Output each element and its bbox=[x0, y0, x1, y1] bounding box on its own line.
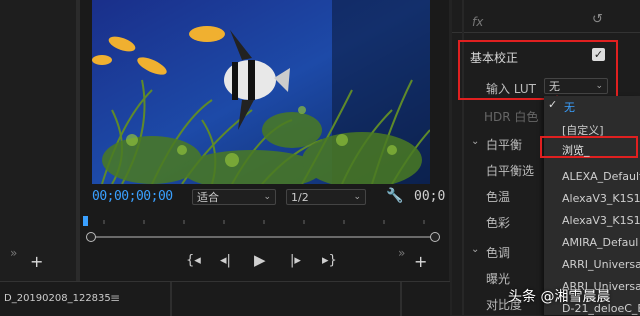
white-balance-label: 白平衡 bbox=[486, 138, 523, 152]
playhead[interactable] bbox=[83, 216, 88, 226]
step-back-icon[interactable]: ◂| bbox=[220, 253, 231, 268]
chevron-right-icon[interactable]: » bbox=[10, 246, 17, 260]
divider bbox=[452, 32, 640, 33]
chevron-down-icon[interactable]: ⌄ bbox=[471, 244, 479, 255]
timecode-duration: 00;0 bbox=[414, 189, 446, 204]
exposure-label: 曝光 bbox=[486, 272, 511, 286]
timeline-tab-bar: D_20190208_122835 ≡ bbox=[0, 281, 450, 316]
step-forward-icon[interactable]: |▸ bbox=[290, 253, 301, 268]
fx-label: fx bbox=[472, 15, 484, 29]
basic-correction-label: 基本校正 bbox=[470, 51, 519, 65]
divider bbox=[400, 282, 402, 316]
zoom-handle-left[interactable] bbox=[86, 232, 96, 242]
reset-icon[interactable]: ↺ bbox=[592, 12, 603, 27]
chevron-down-icon: ⌄ bbox=[353, 192, 361, 202]
menu-item-none[interactable]: 无 bbox=[564, 99, 634, 115]
menu-item-browse[interactable]: 浏览_ bbox=[562, 142, 638, 158]
resolution-value: 1/2 bbox=[291, 190, 309, 204]
video-preview bbox=[92, 0, 430, 184]
lut-dropdown-menu: ✓ 无 [自定义] 浏览_ ALEXA_Default AlexaV3_K1S1… bbox=[540, 96, 640, 315]
tint-label: 色彩 bbox=[486, 216, 511, 230]
white-balance-picker-label: 白平衡选 bbox=[486, 164, 535, 178]
fit-dropdown[interactable]: 适合 ⌄ bbox=[192, 189, 276, 205]
add-icon[interactable]: + bbox=[30, 252, 43, 271]
zoom-scrollbar[interactable] bbox=[90, 236, 434, 238]
temperature-label: 色温 bbox=[486, 190, 511, 204]
zoom-handle-right[interactable] bbox=[430, 232, 440, 242]
tone-label: 色调 bbox=[486, 246, 511, 260]
timecode-current[interactable]: 00;00;00;00 bbox=[92, 189, 173, 204]
menu-item-lut[interactable]: ALEXA_Default bbox=[562, 170, 640, 183]
divider bbox=[170, 282, 172, 316]
play-icon[interactable]: ▶ bbox=[254, 251, 266, 269]
menu-item-lut[interactable]: AMIRA_Defaul bbox=[562, 236, 640, 249]
hdr-white-label: HDR 白色 bbox=[484, 110, 539, 124]
input-lut-label: 输入 LUT bbox=[486, 82, 537, 96]
mark-in-icon[interactable]: {◂ bbox=[186, 253, 201, 268]
add-icon[interactable]: + bbox=[414, 252, 427, 271]
chevron-right-icon[interactable]: » bbox=[398, 246, 405, 260]
fit-value: 适合 bbox=[197, 191, 219, 204]
wrench-icon[interactable]: 🔧 bbox=[386, 188, 403, 204]
watermark: 头条 @湘雪晨晨 bbox=[508, 289, 611, 305]
menu-item-lut[interactable]: AlexaV3_K1S1_ bbox=[562, 214, 640, 227]
menu-item-lut[interactable]: ARRI_Universa bbox=[562, 258, 640, 271]
resolution-dropdown[interactable]: 1/2 ⌄ bbox=[286, 189, 366, 205]
sequence-tab-label[interactable]: D_20190208_122835 bbox=[4, 293, 111, 304]
project-panel: » + bbox=[0, 0, 76, 281]
chevron-down-icon: ⌄ bbox=[263, 192, 271, 202]
mark-out-icon[interactable]: ▸} bbox=[322, 253, 337, 268]
input-lut-value: 无 bbox=[549, 80, 560, 93]
chevron-down-icon: ⌄ bbox=[595, 81, 603, 91]
menu-icon[interactable]: ≡ bbox=[110, 291, 120, 305]
chevron-down-icon[interactable]: ⌄ bbox=[471, 136, 479, 147]
menu-item-lut[interactable]: AlexaV3_K1S1_ bbox=[562, 192, 640, 205]
input-lut-dropdown[interactable]: 无 ⌄ bbox=[544, 78, 608, 94]
checkbox-enabled[interactable]: ✓ bbox=[592, 48, 605, 61]
time-ruler[interactable] bbox=[84, 218, 440, 224]
